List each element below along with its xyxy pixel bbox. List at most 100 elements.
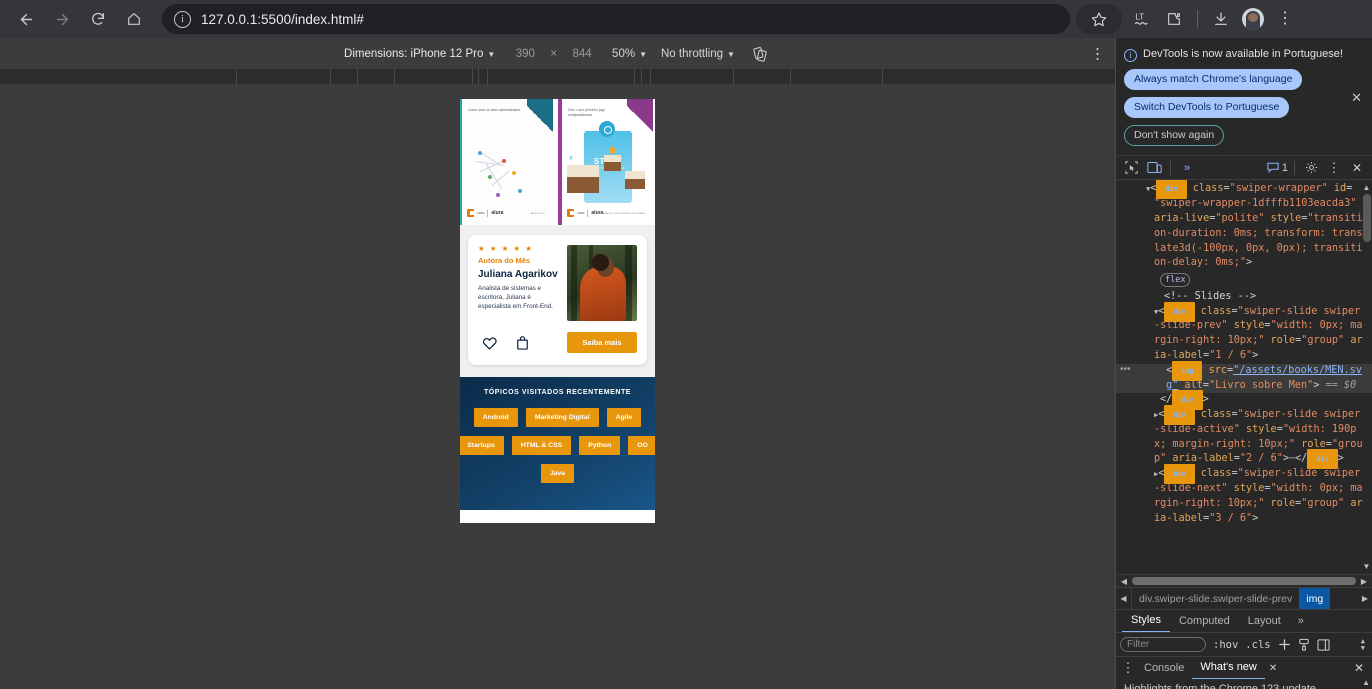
box-illustration (625, 171, 645, 189)
chevron-down-icon: ▼ (487, 49, 496, 59)
cart-button[interactable] (516, 335, 529, 350)
elements-horizontal-scrollbar[interactable]: ◀ ▶ (1116, 574, 1372, 587)
topics-row: Startups HTML & CSS Python OO (460, 436, 655, 455)
topic-tag[interactable]: Startups (460, 436, 504, 455)
scroll-thumb[interactable] (1132, 577, 1356, 585)
topics-heading: TÓPICOS VISITADOS RECENTEMENTE (483, 389, 632, 396)
bookmark-button[interactable] (1076, 4, 1122, 34)
device-selector[interactable]: Dimensions: iPhone 12 Pro ▼ (337, 48, 502, 60)
extensions-button[interactable] (1158, 4, 1190, 34)
flex-badge[interactable]: flex (1160, 273, 1191, 288)
inspect-element-button[interactable] (1121, 158, 1141, 178)
throttling-selector[interactable]: No throttling ▼ (654, 48, 742, 60)
tab-whats-new[interactable]: What's new (1192, 656, 1265, 680)
device-viewport-area: Como usar os seus aprendizados casa alur… (0, 84, 1115, 689)
carousel-slide[interactable]: Como usar os seus aprendizados casa alur… (460, 99, 553, 225)
styles-filter-input[interactable]: Filter (1120, 637, 1206, 652)
flex-badge-row[interactable]: flex (1160, 273, 1366, 288)
device-height-input[interactable]: 844 (559, 48, 605, 60)
scroll-left-arrow[interactable]: ◀ (1118, 577, 1130, 586)
tab-styles[interactable]: Styles (1122, 609, 1170, 633)
device-width-input[interactable]: 390 (502, 48, 548, 60)
scroll-up-arrow[interactable]: ▲ (1361, 182, 1372, 193)
topic-tag[interactable]: Java (540, 464, 575, 483)
cls-toggle[interactable]: .cls (1245, 639, 1270, 651)
toggle-sidebar-button[interactable] (1317, 638, 1330, 651)
home-button[interactable] (116, 4, 152, 34)
chevron-down-icon: ▼ (727, 49, 735, 59)
topic-tag[interactable]: Android (473, 408, 518, 427)
code-line[interactable]: ▶< div class="swiper-slide swiper-slide-n… (1154, 464, 1366, 526)
topic-tag[interactable]: Marketing Digital (525, 408, 599, 427)
address-bar[interactable]: i 127.0.0.1:5500/index.html# (162, 4, 1070, 34)
emulated-page: Como usar os seus aprendizados casa alur… (460, 99, 655, 523)
breadcrumb-item-img[interactable]: img (1299, 587, 1331, 610)
selected-node-row[interactable]: ••• < img src="/assets/books/MEN.svg" alt… (1116, 360, 1372, 394)
device-toolbar-menu-button[interactable]: ⋮ (1090, 46, 1105, 61)
plus-icon (1278, 639, 1290, 650)
scroll-right-arrow[interactable]: ▶ (1358, 577, 1370, 586)
node-badge-dots[interactable]: ••• (1120, 364, 1142, 394)
breadcrumb-item-div[interactable]: div.swiper-slide.swiper-slide-prev (1132, 588, 1299, 610)
carousel-slide[interactable]: Crie o seu primeiro jogo multiplataforma… (558, 99, 653, 225)
topic-tag[interactable]: OO (628, 436, 655, 455)
tab-layout[interactable]: Layout (1239, 610, 1290, 632)
site-info-icon[interactable]: i (174, 10, 191, 28)
translate-button[interactable]: LT (1126, 4, 1158, 34)
message-icon (1267, 163, 1279, 174)
code-line[interactable]: ▼< div class="swiper-slide swiper-slide-p… (1154, 301, 1366, 364)
learn-more-button[interactable]: Saiba mais (567, 332, 637, 353)
profile-button[interactable] (1237, 4, 1269, 34)
notification-message: DevTools is now available in Portuguese! (1143, 48, 1343, 60)
logo-right-text: alura (491, 210, 504, 216)
new-style-rule-button[interactable] (1278, 638, 1291, 651)
hov-toggle[interactable]: :hov (1213, 639, 1238, 651)
switch-language-button[interactable]: Switch DevTools to Portuguese (1124, 97, 1290, 119)
shopping-bag-icon (517, 335, 528, 350)
book-carousel[interactable]: Como usar os seus aprendizados casa alur… (460, 99, 655, 225)
topic-tag[interactable]: Agile (606, 408, 642, 427)
dont-show-again-button[interactable]: Don't show again (1124, 125, 1225, 147)
whats-new-scroll-spinner[interactable]: ▲ (1362, 679, 1370, 687)
close-devtools-button[interactable]: ✕ (1347, 158, 1367, 178)
like-button[interactable] (482, 336, 497, 350)
elements-tree[interactable]: ▼< div class="swiper-wrapper" id= "swiper… (1116, 180, 1372, 574)
back-button[interactable] (8, 4, 44, 34)
tab-computed[interactable]: Computed (1170, 610, 1239, 632)
always-match-language-button[interactable]: Always match Chrome's language (1124, 69, 1303, 91)
styles-filter-bar: Filter :hov .cls ▲ ▼ (1116, 632, 1372, 656)
chrome-menu-button[interactable]: ⋮ (1269, 4, 1301, 34)
close-drawer-button[interactable]: ✕ (1354, 661, 1372, 675)
topic-tag[interactable]: HTML & CSS (511, 436, 572, 455)
toolbar-divider (1197, 10, 1198, 28)
drawer-menu-button[interactable]: ⋮ (1120, 660, 1136, 676)
devtools-menu-button[interactable]: ⋮ (1324, 158, 1344, 178)
breadcrumb-next-icon[interactable]: ▶ (1358, 594, 1372, 603)
zoom-selector[interactable]: 50% ▼ (605, 48, 654, 60)
styles-tabs-overflow[interactable]: » (1290, 615, 1312, 627)
element-style-button[interactable] (1298, 638, 1310, 651)
forward-button[interactable] (44, 4, 80, 34)
elements-scrollbar[interactable] (1363, 194, 1371, 243)
toggle-device-toolbar-button[interactable] (1144, 158, 1164, 178)
drawer-tabs: ⋮ Console What's new ✕ ✕ (1116, 656, 1372, 680)
scroll-down-arrow[interactable]: ▼ (1361, 561, 1372, 572)
downloads-button[interactable] (1205, 4, 1237, 34)
devtools-panel: i DevTools is now available in Portugues… (1115, 38, 1372, 689)
rotate-button[interactable] (742, 46, 778, 62)
message-badge[interactable]: 1 (1267, 162, 1288, 174)
breadcrumb-prev-icon[interactable]: ◀ (1116, 588, 1132, 609)
styles-scroll-spinner[interactable]: ▲ ▼ (1361, 637, 1368, 652)
code-line[interactable]: "swiper-wrapper-1dfffb1103eacda3" aria-l… (1154, 197, 1366, 271)
close-notification-button[interactable]: ✕ (1351, 90, 1362, 106)
topic-tag[interactable]: Python (579, 436, 621, 455)
cover-footer: Aprenda com quem conhece de verdade (598, 212, 645, 216)
tab-console[interactable]: Console (1136, 657, 1192, 679)
profile-avatar (1242, 8, 1264, 30)
code-line[interactable]: ▼< div class="swiper-wrapper" id= (1146, 180, 1366, 200)
settings-button[interactable] (1301, 158, 1321, 178)
more-panels-button[interactable]: » (1177, 158, 1197, 178)
code-line[interactable]: ▶< div class="swiper-slide swiper-slide-a… (1154, 405, 1366, 470)
reload-button[interactable] (80, 4, 116, 34)
close-tab-icon[interactable]: ✕ (1265, 663, 1281, 674)
